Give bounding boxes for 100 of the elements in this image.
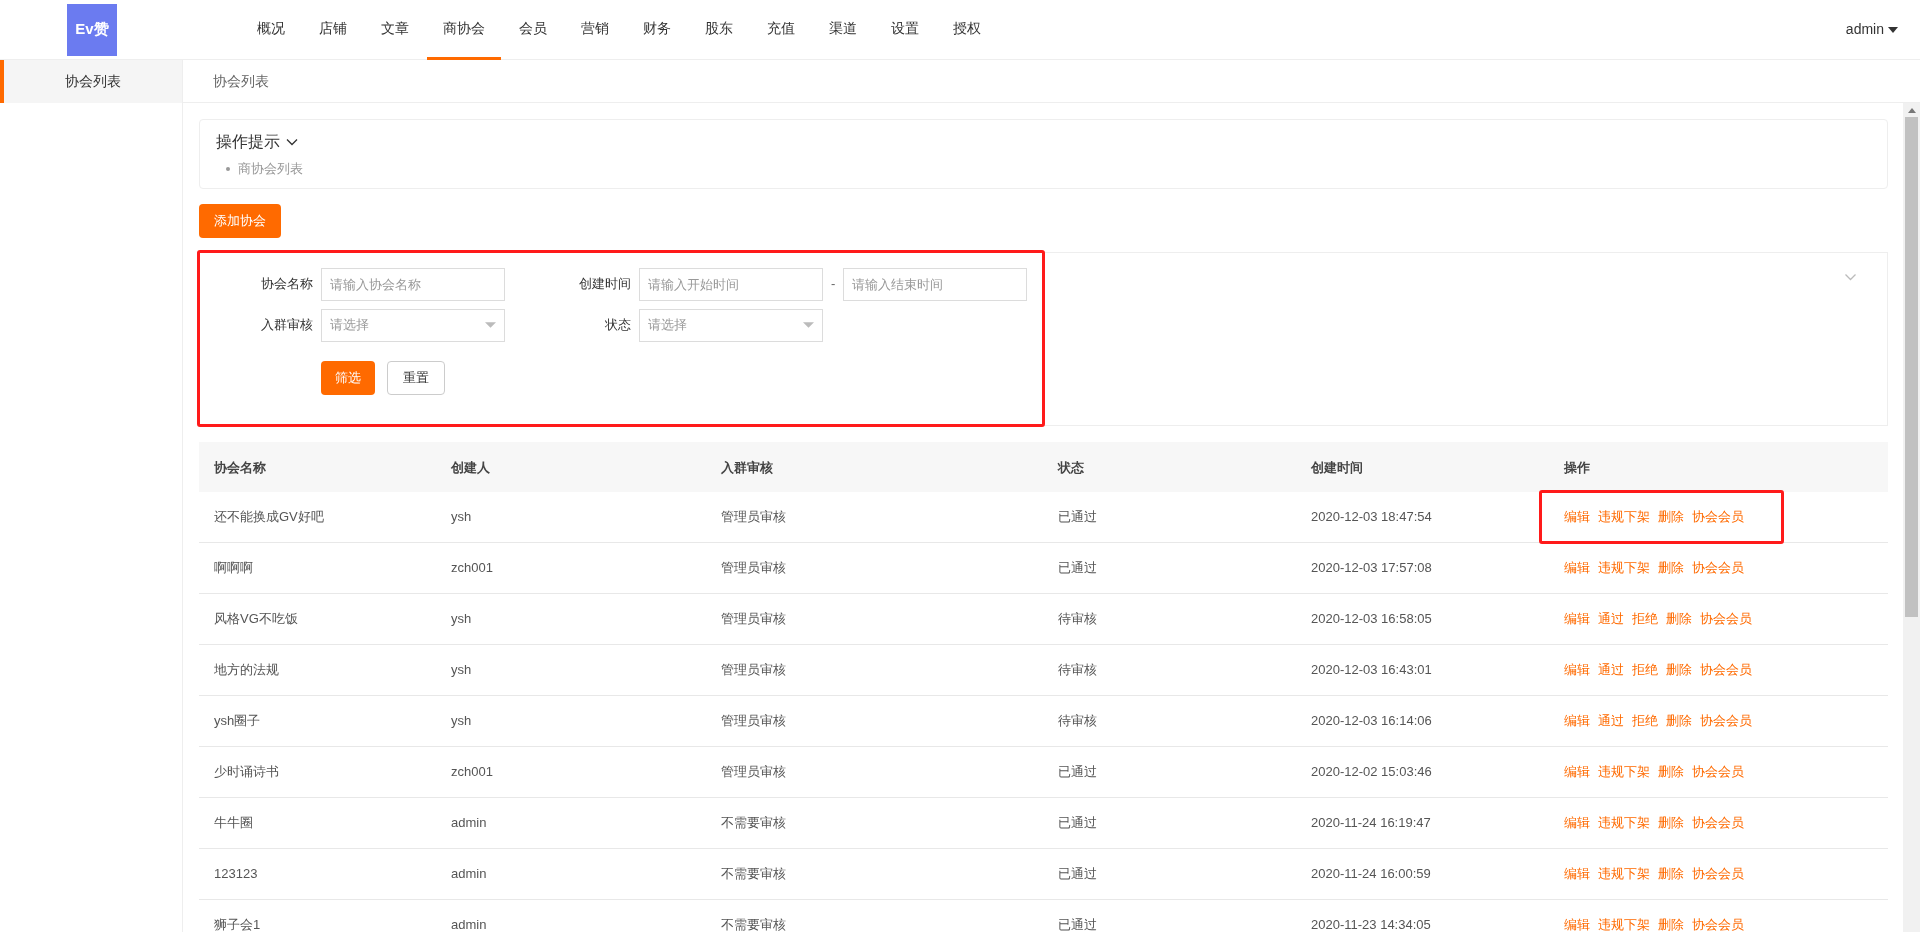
table-cell: 2020-12-02 15:03:46 — [1311, 763, 1432, 779]
action-link[interactable]: 通过 — [1598, 659, 1624, 680]
action-link[interactable]: 删除 — [1658, 761, 1684, 782]
action-link[interactable]: 协会会员 — [1692, 914, 1744, 932]
action-link[interactable]: 违规下架 — [1598, 812, 1650, 833]
nav-tab[interactable]: 股东 — [689, 0, 749, 60]
nav-tab[interactable]: 文章 — [365, 0, 425, 60]
select-field[interactable]: 请选择 — [639, 308, 823, 342]
table-cell: 不需要审核 — [721, 814, 786, 830]
nav-tab[interactable]: 财务 — [627, 0, 687, 60]
table-cell: 啊啊啊 — [214, 559, 253, 575]
table-cell: zch001 — [451, 763, 493, 779]
table-cell: admin — [451, 916, 487, 932]
action-link[interactable]: 协会会员 — [1700, 608, 1752, 629]
action-link[interactable]: 删除 — [1658, 914, 1684, 932]
date-field[interactable]: 请输入开始时间 — [639, 267, 823, 301]
table-cell: 还不能换成GV好吧 — [214, 508, 324, 524]
chevron-down-icon[interactable] — [286, 138, 298, 146]
reset-button[interactable]: 重置 — [387, 360, 445, 395]
table-cell: 地方的法规 — [214, 661, 279, 677]
table-cell: ysh — [451, 508, 472, 524]
action-link[interactable]: 编辑 — [1564, 914, 1590, 932]
action-link[interactable]: 违规下架 — [1598, 557, 1650, 578]
action-link[interactable]: 删除 — [1658, 812, 1684, 833]
action-link[interactable]: 协会会员 — [1700, 710, 1752, 731]
date-field[interactable]: 请输入结束时间 — [843, 267, 1028, 301]
action-link[interactable]: 违规下架 — [1598, 506, 1650, 527]
action-link[interactable]: 编辑 — [1564, 608, 1590, 629]
action-link[interactable]: 删除 — [1666, 608, 1692, 629]
action-link[interactable]: 拒绝 — [1632, 659, 1658, 680]
table-cell: 123123 — [214, 865, 258, 881]
action-link[interactable]: 拒绝 — [1632, 608, 1658, 629]
table-cell: ysh — [451, 661, 472, 677]
table-cell: 管理员审核 — [721, 661, 786, 677]
column-header: 操作 — [1564, 459, 1590, 475]
action-link[interactable]: 删除 — [1658, 557, 1684, 578]
select-field[interactable]: 请选择 — [321, 308, 505, 342]
nav-tab[interactable]: 充值 — [751, 0, 811, 60]
action-link[interactable]: 编辑 — [1564, 659, 1590, 680]
action-link[interactable]: 通过 — [1598, 710, 1624, 731]
tips-toggle[interactable]: 操作提示 — [216, 130, 298, 154]
text-field[interactable]: 请输入协会名称 — [321, 267, 505, 301]
nav-tab[interactable]: 店铺 — [303, 0, 363, 60]
nav-tab[interactable]: 会员 — [503, 0, 563, 60]
scrollbar-thumb[interactable] — [1905, 117, 1918, 617]
nav-tab[interactable]: 概况 — [241, 0, 301, 60]
nav-tab[interactable]: 授权 — [937, 0, 997, 60]
action-link[interactable]: 协会会员 — [1692, 812, 1744, 833]
table-cell: 待审核 — [1058, 610, 1097, 626]
action-link[interactable]: 编辑 — [1564, 761, 1590, 782]
action-link[interactable]: 违规下架 — [1598, 761, 1650, 782]
table-cell: ysh — [451, 610, 472, 626]
action-link[interactable]: 编辑 — [1564, 506, 1590, 527]
action-link[interactable]: 协会会员 — [1692, 557, 1744, 578]
field-label: 协会名称 — [260, 275, 314, 294]
action-link[interactable]: 编辑 — [1564, 557, 1590, 578]
action-link[interactable]: 编辑 — [1564, 710, 1590, 731]
table-cell: 管理员审核 — [721, 559, 786, 575]
table-cell: 已通过 — [1058, 763, 1097, 779]
breadcrumb: 协会列表 — [213, 71, 269, 91]
dropdown-caret-icon — [485, 322, 496, 328]
table-cell: 待审核 — [1058, 712, 1097, 728]
table-cell: 2020-12-03 16:14:06 — [1311, 712, 1432, 728]
action-link[interactable]: 删除 — [1666, 710, 1692, 731]
column-header: 创建时间 — [1311, 459, 1363, 475]
scroll-up-icon[interactable] — [1907, 108, 1916, 113]
logo[interactable]: Ev赞 — [67, 3, 117, 56]
action-link[interactable]: 协会会员 — [1700, 659, 1752, 680]
table-cell: ysh圈子 — [214, 712, 261, 728]
filter-button[interactable]: 筛选 — [321, 360, 375, 395]
action-link[interactable]: 拒绝 — [1632, 710, 1658, 731]
action-link[interactable]: 编辑 — [1564, 863, 1590, 884]
user-menu[interactable]: admin — [1845, 19, 1898, 40]
field-label: 入群审核 — [260, 316, 314, 335]
table-cell: 已通过 — [1058, 559, 1097, 575]
sidebar-item[interactable]: 协会列表 — [0, 60, 182, 103]
dropdown-caret-icon — [803, 322, 814, 328]
action-link[interactable]: 违规下架 — [1598, 863, 1650, 884]
field-label: 状态 — [604, 316, 632, 335]
action-link[interactable]: 删除 — [1658, 506, 1684, 527]
action-link[interactable]: 删除 — [1658, 863, 1684, 884]
table-cell: 2020-11-24 16:00:59 — [1311, 865, 1431, 881]
action-link[interactable]: 删除 — [1666, 659, 1692, 680]
action-link[interactable]: 协会会员 — [1692, 506, 1744, 527]
table-cell: 风格VG不吃饭 — [214, 610, 298, 626]
action-link[interactable]: 通过 — [1598, 608, 1624, 629]
scrollbar[interactable] — [1903, 103, 1920, 932]
action-link[interactable]: 协会会员 — [1692, 863, 1744, 884]
action-link[interactable]: 协会会员 — [1692, 761, 1744, 782]
table-cell: 不需要审核 — [721, 865, 786, 881]
table-cell: 2020-11-23 14:34:05 — [1311, 916, 1431, 932]
nav-tab[interactable]: 商协会 — [427, 0, 501, 60]
nav-tab[interactable]: 渠道 — [813, 0, 873, 60]
add-button[interactable]: 添加协会 — [199, 203, 281, 238]
nav-tab[interactable]: 营销 — [565, 0, 625, 60]
action-link[interactable]: 违规下架 — [1598, 914, 1650, 932]
table-cell: 已通过 — [1058, 508, 1097, 524]
table-cell: 2020-12-03 18:47:54 — [1311, 508, 1432, 524]
action-link[interactable]: 编辑 — [1564, 812, 1590, 833]
nav-tab[interactable]: 设置 — [875, 0, 935, 60]
